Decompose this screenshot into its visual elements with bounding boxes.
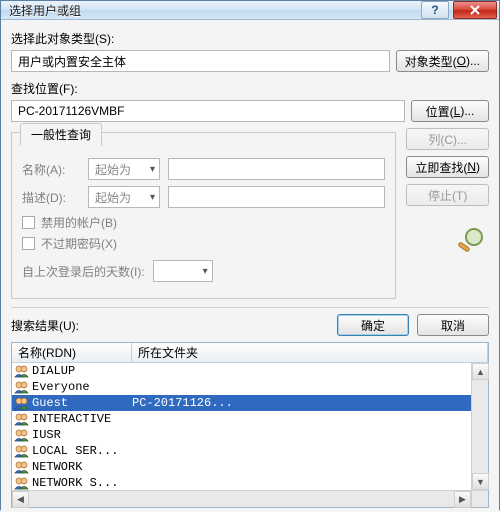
- close-button[interactable]: [453, 1, 497, 19]
- common-queries-tab[interactable]: 一般性查询: [20, 123, 102, 146]
- row-name: Guest: [32, 396, 132, 410]
- table-row[interactable]: DIALUP: [12, 363, 488, 379]
- desc-mode-select[interactable]: 起始为 ▾: [88, 186, 160, 208]
- mnemonic: L: [454, 104, 461, 118]
- table-row[interactable]: INTERACTIVE: [12, 411, 488, 427]
- horizontal-scrollbar[interactable]: ◀ ▶: [12, 490, 471, 507]
- user-group-icon: [14, 412, 30, 426]
- desc-input[interactable]: [168, 186, 385, 208]
- user-group-icon: [14, 428, 30, 442]
- user-group-icon: [14, 476, 30, 490]
- scroll-left-icon[interactable]: ◀: [12, 491, 29, 508]
- window-buttons: ?: [421, 1, 497, 19]
- name-mode-select[interactable]: 起始为 ▾: [88, 158, 160, 180]
- query-area: 一般性查询 名称(A): 起始为 ▾ 描述(D):: [11, 128, 489, 299]
- window-title: 选择用户或组: [9, 2, 421, 19]
- ok-button[interactable]: 确定: [337, 314, 409, 336]
- row-name: Everyone: [32, 380, 132, 394]
- user-group-icon: [14, 460, 30, 474]
- divider: [11, 307, 489, 308]
- table-header: 名称(RDN) 所在文件夹: [12, 343, 488, 363]
- stop-button[interactable]: 停止(T): [406, 184, 489, 206]
- help-button[interactable]: ?: [421, 1, 449, 19]
- cancel-button[interactable]: 取消: [417, 314, 489, 336]
- days-since-logon-select[interactable]: ▾: [153, 260, 213, 282]
- row-folder: PC-20171126...: [132, 396, 486, 410]
- col-folder-header[interactable]: 所在文件夹: [132, 343, 488, 362]
- location-value: PC-20171126VMBF: [11, 100, 405, 122]
- row-name: NETWORK: [32, 460, 132, 474]
- user-group-icon: [14, 364, 30, 378]
- row-name: INTERACTIVE: [32, 412, 132, 426]
- object-types-button[interactable]: 对象类型(O)...: [396, 50, 489, 72]
- table-body[interactable]: DIALUPEveryoneGuestPC-20171126...INTERAC…: [12, 363, 488, 507]
- location-label: 查找位置(F):: [11, 80, 489, 97]
- object-type-value: 用户或内置安全主体: [11, 50, 390, 72]
- row-name: IUSR: [32, 428, 132, 442]
- row-name: DIALUP: [32, 364, 132, 378]
- scrollbar-corner: [471, 490, 488, 507]
- row-name: NETWORK S...: [32, 476, 132, 490]
- dialog-window: 选择用户或组 ? 选择此对象类型(S): 用户或内置安全主体 对象类型(O)..…: [0, 0, 500, 510]
- common-queries-group: 一般性查询 名称(A): 起始为 ▾ 描述(D):: [11, 132, 396, 299]
- vertical-scrollbar[interactable]: ▲ ▼: [471, 363, 488, 490]
- object-type-label: 选择此对象类型(S):: [11, 30, 489, 47]
- name-label: 名称(A):: [22, 161, 80, 178]
- results-table: 名称(RDN) 所在文件夹 DIALUPEveryoneGuestPC-2017…: [11, 342, 489, 508]
- disabled-accounts-label: 禁用的帐户(B): [41, 214, 117, 231]
- mnemonic: O: [457, 54, 466, 68]
- side-buttons: 列(C)... 立即查找(N) 停止(T): [406, 128, 489, 299]
- nonexpiring-password-checkbox[interactable]: [22, 237, 35, 250]
- magnifier-icon: [454, 227, 488, 253]
- col-name-header[interactable]: 名称(RDN): [12, 343, 132, 362]
- desc-mode-value: 起始为: [95, 189, 131, 206]
- find-now-button[interactable]: 立即查找(N): [406, 156, 489, 178]
- mnemonic: N: [467, 160, 476, 174]
- chevron-down-icon: ▾: [203, 266, 208, 277]
- table-row[interactable]: NETWORK S...: [12, 475, 488, 491]
- row-name: LOCAL SER...: [32, 444, 132, 458]
- table-row[interactable]: IUSR: [12, 427, 488, 443]
- table-row[interactable]: LOCAL SER...: [12, 443, 488, 459]
- search-decoration: [453, 226, 489, 254]
- scroll-right-icon[interactable]: ▶: [454, 491, 471, 508]
- close-icon: [469, 5, 481, 15]
- scroll-down-icon[interactable]: ▼: [472, 473, 489, 490]
- name-mode-value: 起始为: [95, 161, 131, 178]
- table-row[interactable]: GuestPC-20171126...: [12, 395, 488, 411]
- user-group-icon: [14, 444, 30, 458]
- table-row[interactable]: Everyone: [12, 379, 488, 395]
- desc-label: 描述(D):: [22, 189, 80, 206]
- locations-button[interactable]: 位置(L)...: [411, 100, 489, 122]
- user-group-icon: [14, 380, 30, 394]
- titlebar: 选择用户或组 ?: [1, 1, 499, 20]
- search-results-label: 搜索结果(U):: [11, 317, 79, 334]
- scroll-up-icon[interactable]: ▲: [472, 363, 489, 380]
- dialog-content: 选择此对象类型(S): 用户或内置安全主体 对象类型(O)... 查找位置(F)…: [1, 20, 499, 512]
- chevron-down-icon: ▾: [150, 192, 155, 203]
- chevron-down-icon: ▾: [150, 164, 155, 175]
- disabled-accounts-checkbox[interactable]: [22, 216, 35, 229]
- table-row[interactable]: NETWORK: [12, 459, 488, 475]
- name-input[interactable]: [168, 158, 385, 180]
- days-since-logon-label: 自上次登录后的天数(I):: [22, 263, 145, 280]
- columns-button[interactable]: 列(C)...: [406, 128, 489, 150]
- user-group-icon: [14, 396, 30, 410]
- nonexpiring-password-label: 不过期密码(X): [41, 235, 117, 252]
